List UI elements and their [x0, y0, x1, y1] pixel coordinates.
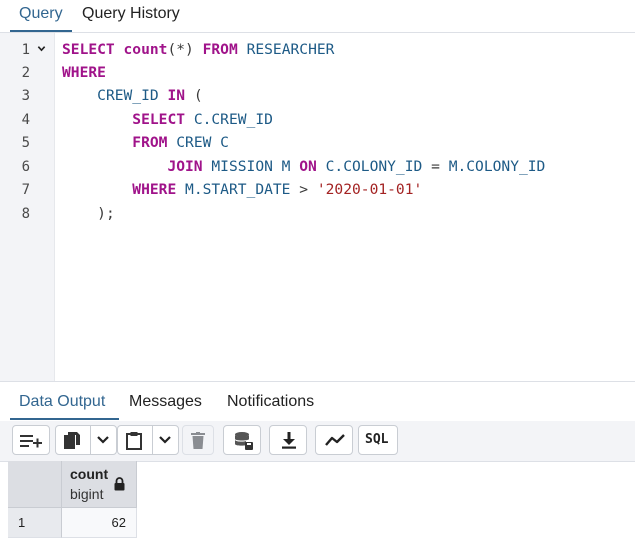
line-number: 5	[21, 135, 30, 151]
grid-corner-cell[interactable]	[8, 461, 62, 508]
line-number: 8	[21, 206, 30, 222]
sql-icon: SQL	[365, 432, 389, 447]
delete-button[interactable]	[182, 425, 214, 455]
table-cell[interactable]: 62	[62, 508, 137, 538]
line-number: 6	[21, 159, 30, 175]
editor-tab-bar: Query Query History	[0, 0, 635, 33]
line-number: 7	[21, 182, 30, 198]
code-line-2: WHERE	[62, 64, 106, 81]
code-line-8: );	[97, 205, 115, 222]
row-number[interactable]: 1	[8, 508, 62, 538]
paste-icon	[126, 432, 142, 450]
chevron-down-icon[interactable]	[158, 435, 172, 445]
download-icon	[282, 432, 296, 449]
line-number: 4	[21, 112, 30, 128]
code-line-5: FROM CREW C	[132, 134, 229, 151]
code-line-1: SELECT count(*) FROM RESEARCHER	[62, 41, 335, 58]
fold-chevron-icon[interactable]	[37, 44, 46, 53]
add-row-button[interactable]	[12, 425, 50, 455]
column-name: count	[70, 466, 109, 482]
lock-icon	[114, 477, 125, 491]
active-tab-indicator	[10, 418, 119, 420]
graph-visualiser-icon	[325, 434, 345, 446]
tab-query[interactable]: Query	[19, 4, 63, 24]
line-number: 2	[21, 65, 30, 81]
copy-icon	[64, 432, 80, 449]
line-number: 3	[21, 88, 30, 104]
sql-button[interactable]: SQL	[358, 425, 398, 455]
line-number: 1	[21, 42, 30, 58]
tab-messages[interactable]: Messages	[129, 392, 202, 412]
code-line-3: CREW_ID IN (	[97, 87, 203, 104]
graph-visualiser-button[interactable]	[315, 425, 353, 455]
download-button[interactable]	[269, 425, 307, 455]
save-data-icon	[235, 432, 253, 450]
code-line-4: SELECT C.CREW_ID	[132, 111, 273, 128]
code-line-6: JOIN MISSION M ON C.COLONY_ID = M.COLONY…	[167, 158, 546, 175]
tab-notifications[interactable]: Notifications	[227, 392, 314, 412]
line-number-gutter: 1 2 3 4 5 6 7 8	[0, 33, 55, 381]
tab-query-history[interactable]: Query History	[82, 4, 180, 24]
output-tab-bar: Data Output Messages Notifications	[0, 381, 635, 422]
copy-button-group[interactable]	[55, 425, 117, 455]
data-output-toolbar: SQL	[0, 421, 635, 462]
column-header-count[interactable]: count bigint	[62, 461, 137, 508]
column-type: bigint	[70, 486, 104, 502]
tab-data-output[interactable]: Data Output	[19, 392, 105, 412]
code-line-7: WHERE M.START_DATE > '2020-01-01'	[132, 181, 423, 198]
save-data-button[interactable]	[223, 425, 261, 455]
delete-icon	[191, 432, 205, 449]
sql-editor[interactable]: 1 2 3 4 5 6 7 8 SELECT count(*) FROM RES…	[0, 33, 635, 381]
paste-button-group[interactable]	[117, 425, 179, 455]
chevron-down-icon[interactable]	[96, 435, 110, 445]
add-row-icon	[20, 435, 42, 448]
active-tab-indicator	[10, 30, 72, 32]
